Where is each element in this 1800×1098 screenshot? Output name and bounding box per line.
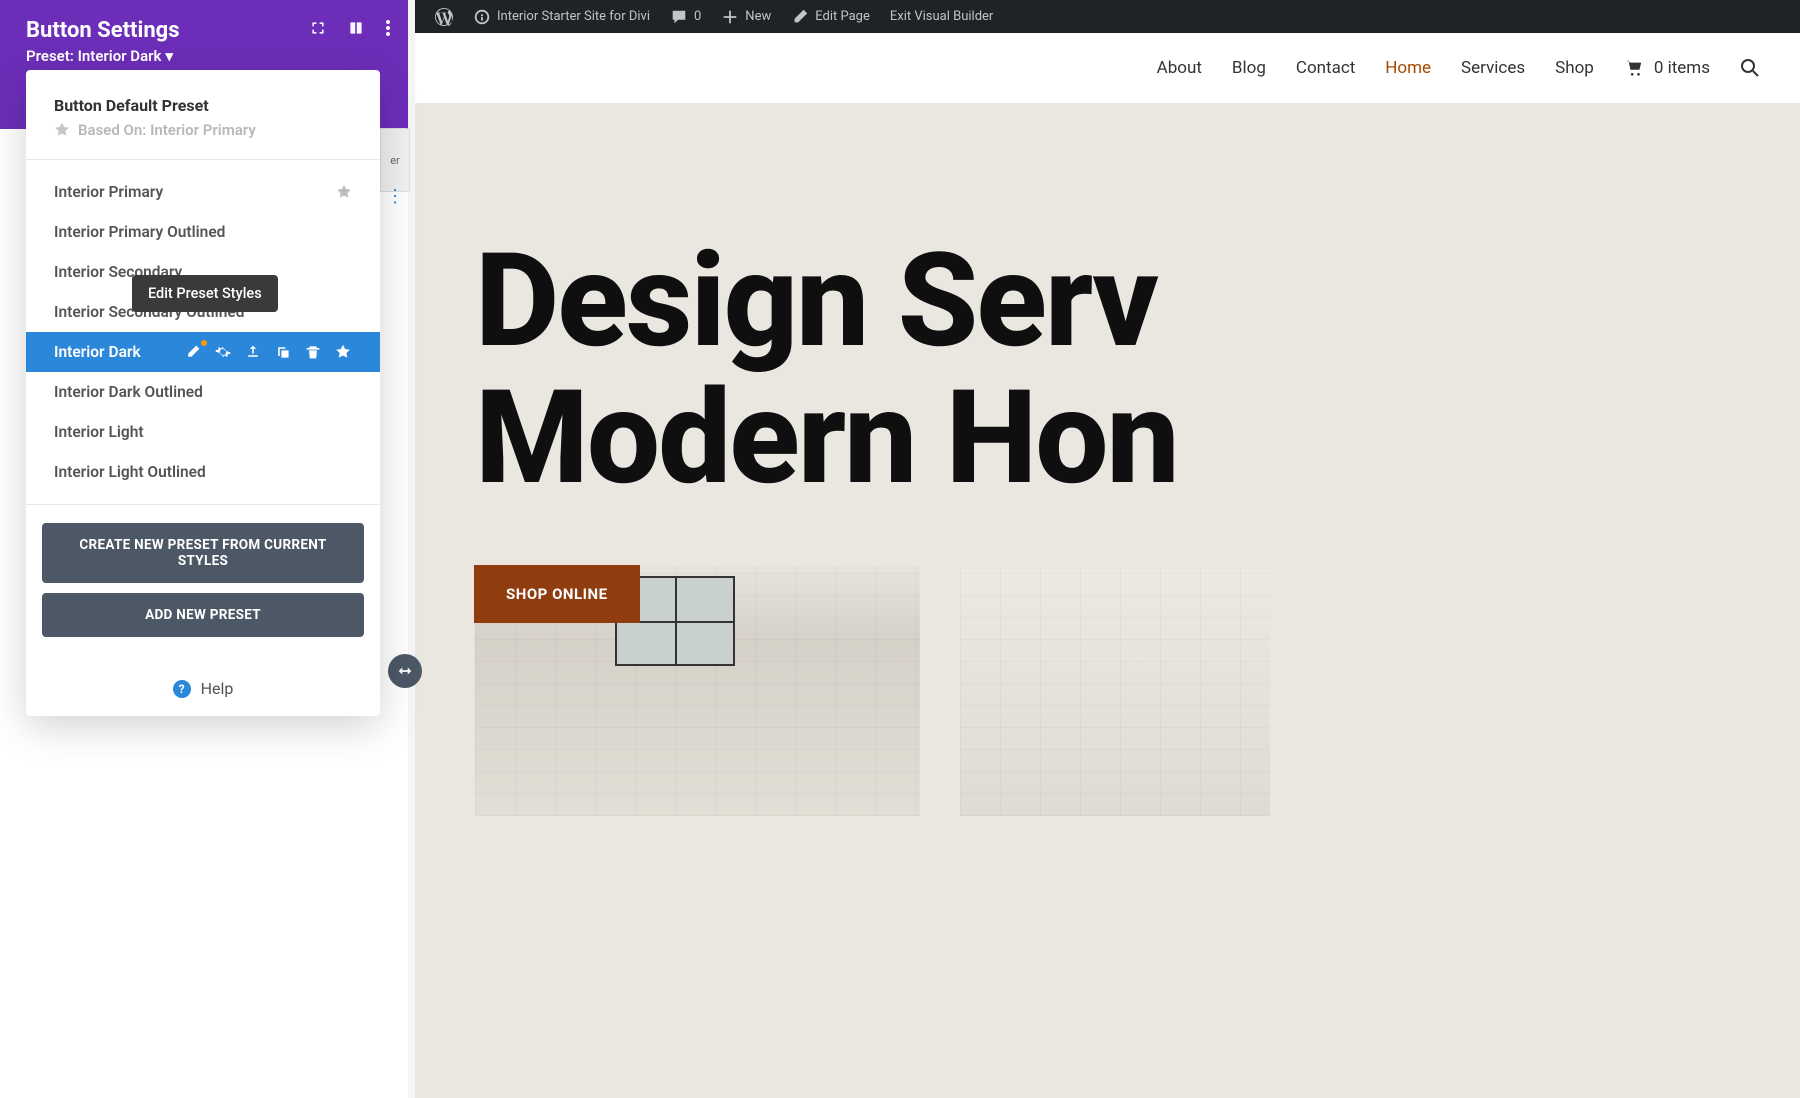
gear-icon[interactable] bbox=[214, 343, 232, 361]
element-menu-icon[interactable]: ⋮ bbox=[386, 186, 404, 207]
nav-shop[interactable]: Shop bbox=[1555, 58, 1594, 78]
preset-item[interactable]: Interior Primary Outlined bbox=[26, 212, 380, 252]
site-preview: About Blog Contact Home Services Shop 0 … bbox=[415, 33, 1800, 1098]
based-on-row: Based On: Interior Primary bbox=[54, 121, 352, 139]
edit-page-link[interactable]: Edit Page bbox=[781, 8, 880, 26]
star-icon[interactable] bbox=[334, 343, 352, 361]
duplicate-icon[interactable] bbox=[274, 343, 292, 361]
wp-logo[interactable] bbox=[425, 8, 463, 26]
create-preset-button[interactable]: CREATE NEW PRESET FROM CURRENT STYLES bbox=[42, 523, 364, 583]
preset-item[interactable]: Interior Dark Outlined bbox=[26, 372, 380, 412]
nav-blog[interactable]: Blog bbox=[1232, 58, 1266, 78]
exit-vb-label: Exit Visual Builder bbox=[890, 9, 993, 24]
upload-icon[interactable] bbox=[244, 343, 262, 361]
hero-image-right bbox=[960, 566, 1270, 816]
preset-item[interactable]: Interior Light bbox=[26, 412, 380, 452]
site-name: Interior Starter Site for Divi bbox=[497, 9, 650, 24]
preset-list: Interior Primary Interior Primary Outlin… bbox=[26, 160, 380, 504]
panel-resize-handle[interactable] bbox=[388, 654, 422, 688]
exit-vb-link[interactable]: Exit Visual Builder bbox=[880, 9, 1003, 24]
nav-contact[interactable]: Contact bbox=[1296, 58, 1355, 78]
more-icon[interactable] bbox=[386, 20, 390, 36]
edit-page-label: Edit Page bbox=[815, 9, 870, 24]
comments-link[interactable]: 0 bbox=[660, 8, 711, 26]
hero-image-left: SHOP ONLINE bbox=[475, 566, 920, 816]
expand-icon[interactable] bbox=[310, 20, 326, 36]
site-nav: About Blog Contact Home Services Shop 0 … bbox=[415, 33, 1800, 103]
site-name-link[interactable]: Interior Starter Site for Divi bbox=[463, 8, 660, 26]
nav-about[interactable]: About bbox=[1157, 58, 1202, 78]
preset-dropdown: Button Default Preset Based On: Interior… bbox=[26, 70, 380, 716]
chevron-down-icon: ▾ bbox=[165, 47, 173, 65]
new-label: New bbox=[745, 9, 771, 24]
shop-online-button[interactable]: SHOP ONLINE bbox=[474, 565, 640, 623]
tab-peek: er bbox=[380, 128, 410, 192]
help-icon: ? bbox=[173, 680, 191, 698]
columns-icon[interactable] bbox=[348, 20, 364, 36]
search-icon[interactable] bbox=[1740, 58, 1760, 78]
hero-heading: Design Serv Modern Hon bbox=[475, 233, 1740, 506]
dropdown-header: Button Default Preset Based On: Interior… bbox=[26, 70, 380, 160]
comments-count: 0 bbox=[694, 9, 701, 24]
preset-item-selected[interactable]: Interior Dark bbox=[26, 332, 380, 372]
preset-item[interactable]: Interior Primary bbox=[26, 172, 380, 212]
trash-icon[interactable] bbox=[304, 343, 322, 361]
help-link[interactable]: ? Help bbox=[26, 661, 380, 716]
nav-home[interactable]: Home bbox=[1385, 58, 1431, 78]
cart-link[interactable]: 0 items bbox=[1624, 58, 1710, 78]
preset-item[interactable]: Interior Light Outlined bbox=[26, 452, 380, 492]
add-preset-button[interactable]: ADD NEW PRESET bbox=[42, 593, 364, 637]
star-icon bbox=[336, 184, 352, 200]
nav-services[interactable]: Services bbox=[1461, 58, 1525, 78]
default-preset-title: Button Default Preset bbox=[54, 96, 352, 115]
tooltip: Edit Preset Styles bbox=[132, 275, 278, 312]
edit-preset-icon[interactable] bbox=[184, 343, 202, 361]
wp-admin-bar: Interior Starter Site for Divi 0 New Edi… bbox=[415, 0, 1800, 33]
new-link[interactable]: New bbox=[711, 8, 781, 26]
panel-header: Button Settings Preset: Interior Dark ▾ bbox=[0, 0, 408, 79]
hero-section: Design Serv Modern Hon SHOP ONLINE bbox=[415, 103, 1800, 816]
cart-count: 0 items bbox=[1654, 58, 1710, 78]
star-icon bbox=[54, 122, 70, 138]
preset-selector[interactable]: Preset: Interior Dark ▾ bbox=[26, 47, 382, 65]
